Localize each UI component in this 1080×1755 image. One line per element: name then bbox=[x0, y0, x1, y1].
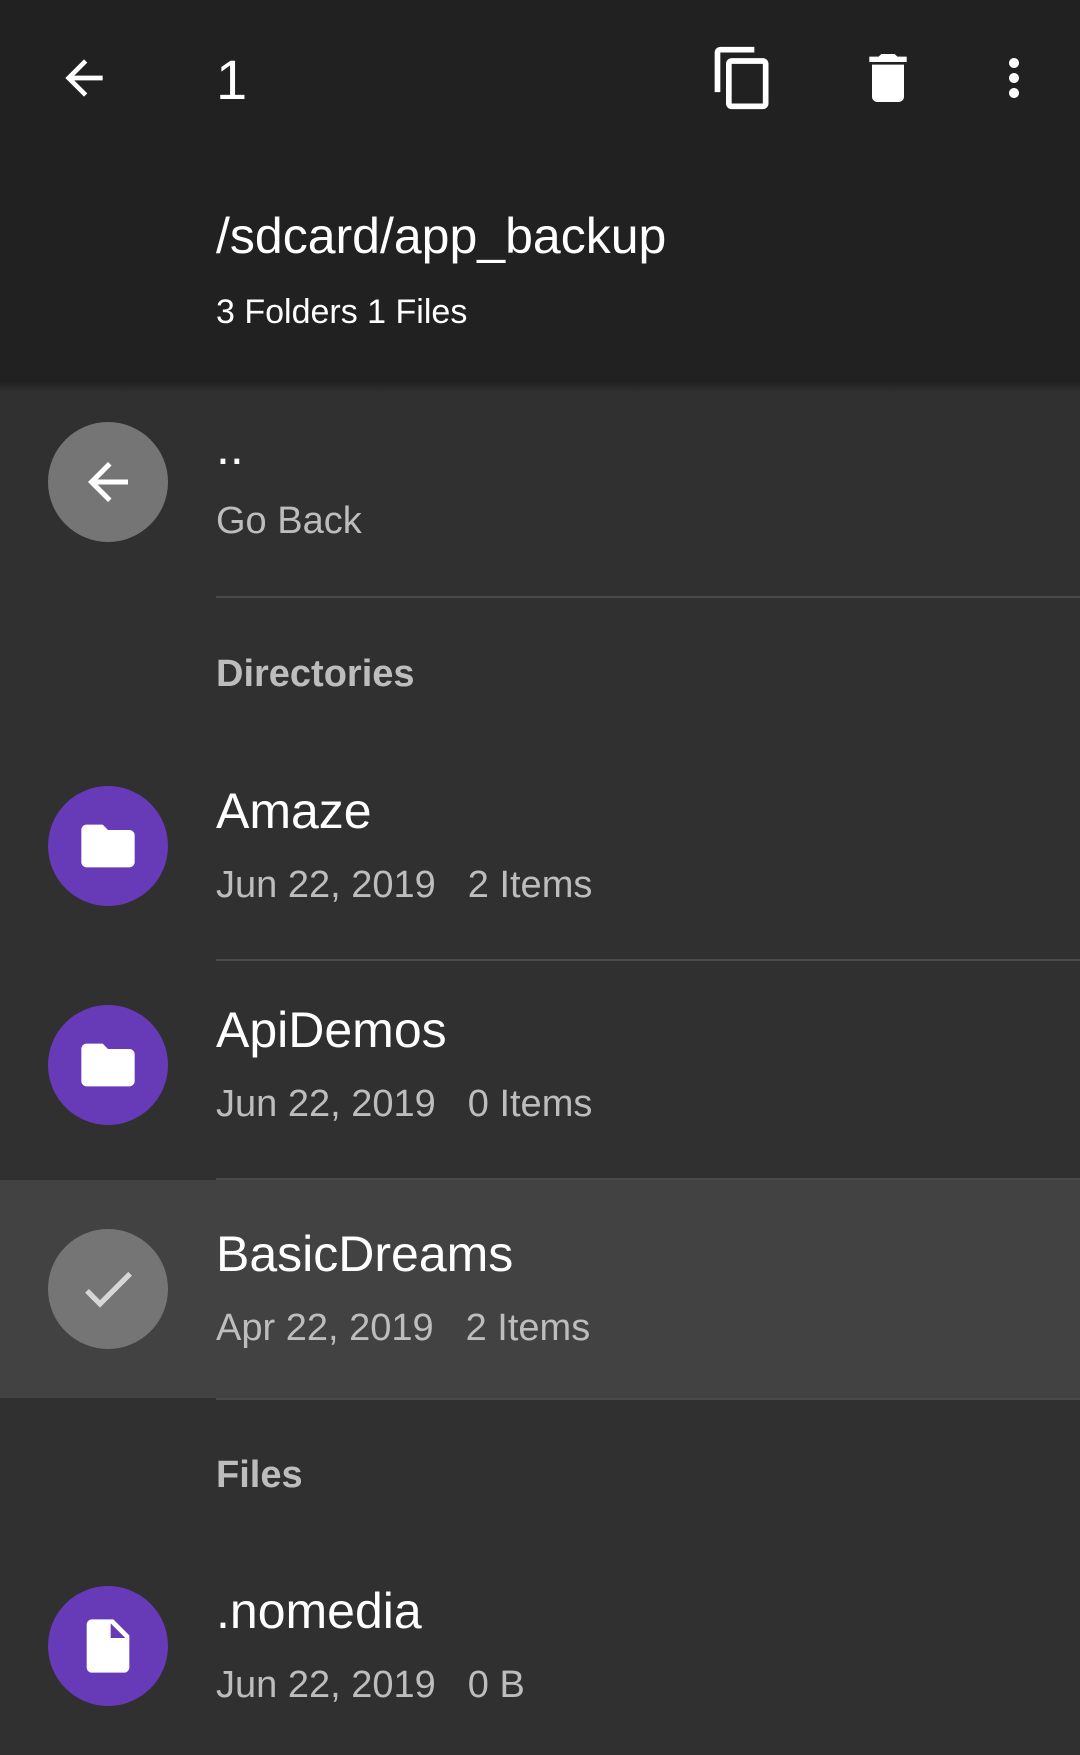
directory-item-count: 0 Items bbox=[467, 1083, 593, 1125]
directory-item-count: 2 Items bbox=[465, 1307, 591, 1349]
directory-row-basicdreams[interactable]: BasicDreams Apr 22, 2019 2 Items bbox=[0, 1180, 1080, 1398]
divider bbox=[216, 1178, 1080, 1180]
directory-date: Apr 22, 2019 bbox=[216, 1307, 434, 1349]
directory-name: BasicDreams bbox=[216, 1226, 514, 1282]
directory-meta: Jun 22, 2019 0 Items bbox=[216, 1080, 592, 1128]
copy-button[interactable] bbox=[703, 38, 783, 118]
divider bbox=[216, 1398, 1080, 1400]
directory-item-count: 2 Items bbox=[467, 864, 593, 906]
more-options-button[interactable] bbox=[974, 38, 1054, 118]
folder-file-summary: 3 Folders 1 Files bbox=[216, 293, 468, 331]
arrow-back-icon bbox=[65, 59, 103, 97]
app-bar: 1 /sdcard/app_backup 3 Folders 1 Files bbox=[0, 0, 1080, 380]
go-back-title: .. bbox=[216, 419, 244, 475]
folder-avatar bbox=[48, 786, 168, 906]
more-vert-icon bbox=[1009, 58, 1019, 98]
file-icon bbox=[86, 1619, 130, 1673]
go-back-row[interactable]: .. Go Back bbox=[0, 373, 1080, 591]
selected-count: 1 bbox=[216, 48, 248, 111]
directory-meta: Apr 22, 2019 2 Items bbox=[216, 1304, 590, 1352]
folder-avatar bbox=[48, 1005, 168, 1125]
directory-date: Jun 22, 2019 bbox=[216, 1083, 436, 1125]
go-back-avatar bbox=[48, 422, 168, 542]
folder-icon bbox=[81, 1043, 135, 1087]
file-avatar bbox=[48, 1586, 168, 1706]
copy-icon bbox=[714, 46, 769, 110]
file-date: Jun 22, 2019 bbox=[216, 1664, 436, 1706]
selected-check-avatar bbox=[48, 1229, 168, 1349]
directory-name: Amaze bbox=[216, 783, 372, 839]
delete-icon bbox=[869, 54, 907, 102]
check-icon bbox=[85, 1271, 132, 1308]
delete-button[interactable] bbox=[848, 38, 928, 118]
directory-row-amaze[interactable]: Amaze Jun 22, 2019 2 Items bbox=[0, 737, 1080, 955]
file-size: 0 B bbox=[467, 1664, 525, 1706]
folder-icon bbox=[81, 824, 135, 868]
current-path[interactable]: /sdcard/app_backup bbox=[216, 204, 666, 268]
arrow-back-icon bbox=[88, 462, 128, 502]
section-header-directories: Directories bbox=[216, 653, 415, 695]
directory-meta: Jun 22, 2019 2 Items bbox=[216, 861, 592, 909]
back-button[interactable] bbox=[44, 38, 124, 118]
go-back-subtitle: Go Back bbox=[216, 500, 362, 542]
file-name: .nomedia bbox=[216, 1583, 422, 1639]
directory-date: Jun 22, 2019 bbox=[216, 864, 436, 906]
file-row-nomedia[interactable]: .nomedia Jun 22, 2019 0 B bbox=[0, 1537, 1080, 1755]
section-header-files: Files bbox=[216, 1454, 303, 1496]
directory-row-apidemos[interactable]: ApiDemos Jun 22, 2019 0 Items bbox=[0, 956, 1080, 1174]
divider bbox=[216, 596, 1080, 598]
directory-name: ApiDemos bbox=[216, 1002, 447, 1058]
file-meta: Jun 22, 2019 0 B bbox=[216, 1661, 525, 1709]
